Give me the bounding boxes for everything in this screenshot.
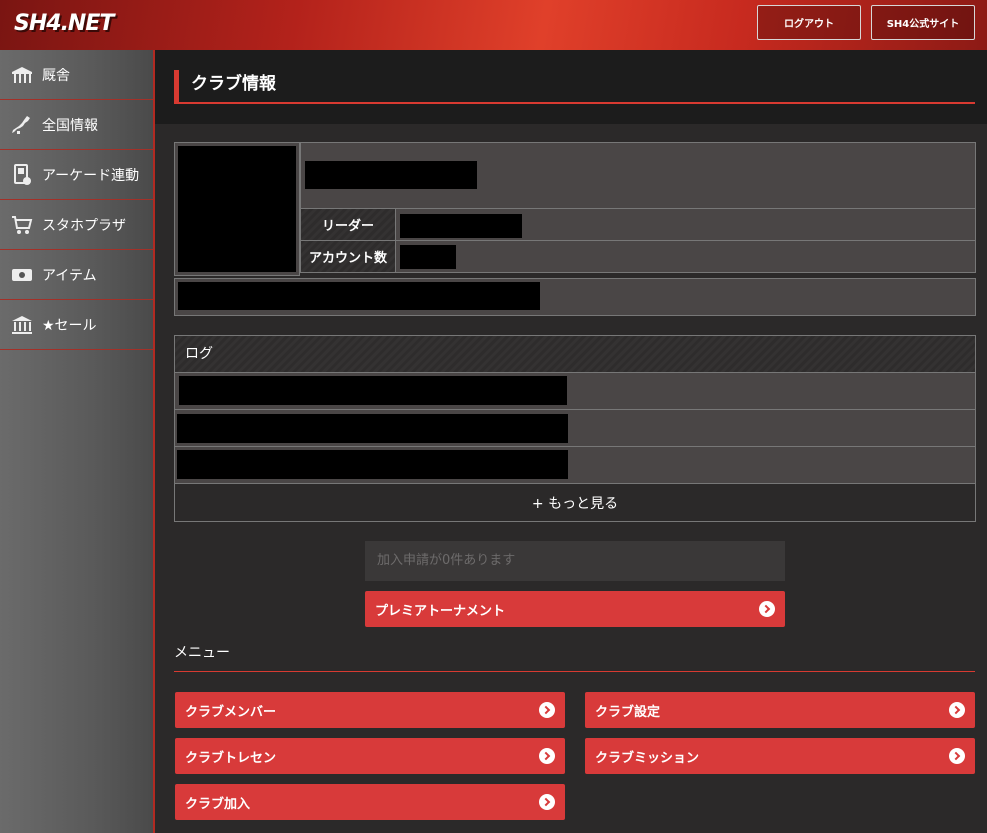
bank-icon [10,313,34,337]
page-title: クラブ情報 [174,70,975,104]
log-entry-redacted [179,376,567,405]
club-mission-button[interactable]: クラブミッション [585,738,975,774]
join-request-status: 加入申請が0件あります [365,541,785,581]
club-description-redacted [178,282,540,310]
japan-map-icon [10,113,34,137]
logout-button[interactable]: ログアウト [757,5,861,40]
club-join-button[interactable]: クラブ加入 [175,784,565,820]
chevron-right-icon [539,794,555,810]
sidebar-item-sale[interactable]: ★セール [0,300,153,350]
ticket-icon [10,263,34,287]
sidebar-item-label: 全国情報 [42,117,98,134]
sidebar-item-label: アイテム [42,267,97,284]
leader-value-cell [395,208,976,241]
sidebar: 厩舎 全国情報 アーケード連動 スタホプラザ アイテム ★セール [0,50,155,833]
site-logo[interactable]: SH4.NET [14,8,114,38]
cart-icon [10,213,34,237]
club-emblem-cell [174,142,300,276]
sidebar-item-stable[interactable]: 厩舎 [0,50,153,100]
header: SH4.NET ログアウト SH4公式サイト [0,0,987,50]
log-row [174,410,976,447]
accounts-value-cell [395,240,976,273]
club-name-cell [300,142,976,209]
sidebar-item-label: 厩舎 [42,67,70,84]
chevron-right-icon [759,601,775,617]
menu-title: メニュー [174,642,975,672]
official-site-button[interactable]: SH4公式サイト [871,5,975,40]
stable-icon [10,63,34,87]
log-more-button[interactable]: + もっと見る [174,484,976,522]
leader-label: リーダー [300,208,396,241]
chevron-right-icon [949,748,965,764]
main-content: クラブ情報 リーダー アカウント数 ログ + もっと見る 加入申請が0件あります… [155,50,987,833]
menu-item-label: クラブ設定 [595,704,661,720]
chevron-right-icon [539,702,555,718]
log-entry-redacted [177,414,568,443]
club-name-redacted [305,161,477,189]
club-settings-button[interactable]: クラブ設定 [585,692,975,728]
club-emblem-redacted [178,146,296,272]
sidebar-item-national-info[interactable]: 全国情報 [0,100,153,150]
accounts-label: アカウント数 [300,240,396,273]
chevron-right-icon [539,748,555,764]
log-section: ログ + もっと見る [174,335,976,522]
menu-item-label: クラブメンバー [185,704,277,720]
menu-item-label: クラブトレセン [185,750,277,766]
arcade-icon [10,163,34,187]
leader-value-redacted [400,214,522,238]
log-entry-redacted [177,450,568,479]
club-training-center-button[interactable]: クラブトレセン [175,738,565,774]
menu-item-label: クラブ加入 [185,796,251,812]
sidebar-item-label: スタホプラザ [42,217,126,234]
title-bar: クラブ情報 [155,50,987,124]
chevron-right-icon [949,702,965,718]
sidebar-item-items[interactable]: アイテム [0,250,153,300]
sidebar-item-plaza[interactable]: スタホプラザ [0,200,153,250]
premier-tournament-label: プレミアトーナメント [375,603,506,619]
sidebar-item-label: ★セール [42,317,97,334]
premier-tournament-button[interactable]: プレミアトーナメント [365,591,785,627]
log-row [174,447,976,484]
club-description-cell [174,278,976,316]
accounts-value-redacted [400,245,456,269]
club-members-button[interactable]: クラブメンバー [175,692,565,728]
log-header: ログ [174,335,976,373]
sidebar-item-label: アーケード連動 [42,167,140,184]
sidebar-item-arcade-link[interactable]: アーケード連動 [0,150,153,200]
log-row [174,373,976,410]
menu-item-label: クラブミッション [595,750,700,766]
